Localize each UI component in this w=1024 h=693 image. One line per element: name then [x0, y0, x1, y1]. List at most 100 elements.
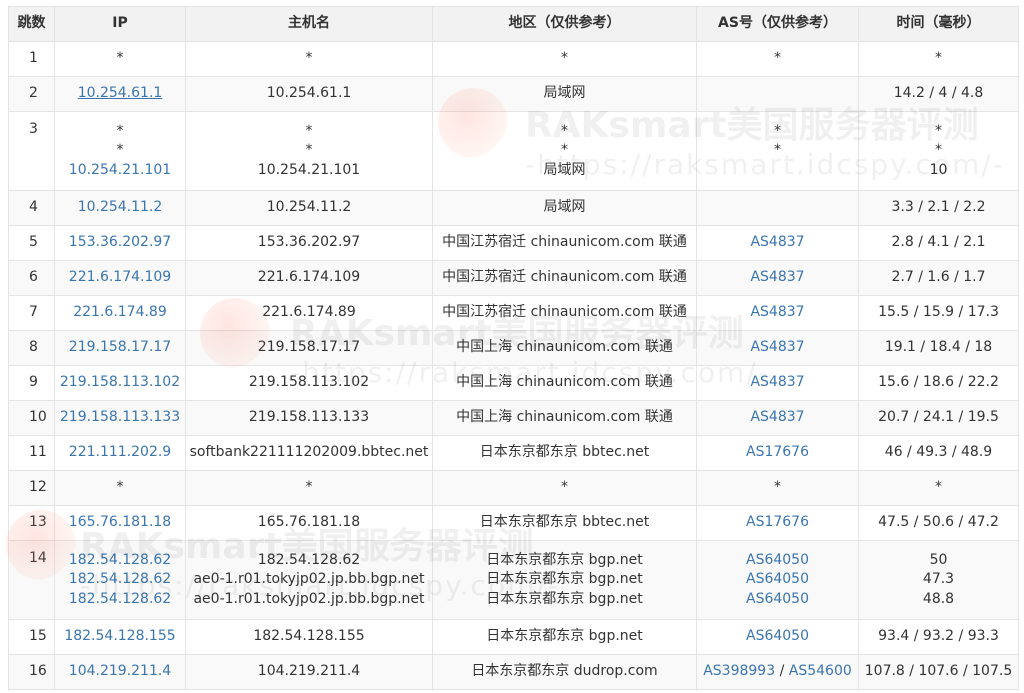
ip-link[interactable]: 221.111.202.9: [69, 444, 171, 460]
as-link[interactable]: AS4837: [750, 339, 804, 355]
region-cell: 局域网: [432, 190, 697, 226]
hop-cell: 15: [8, 619, 55, 655]
header-as: AS号（仅供参考）: [696, 6, 859, 42]
traceroute-table-container: 跳数 IP 主机名 地区（仅供参考） AS号（仅供参考） 时间（毫秒） 1 * * *…: [8, 6, 1019, 690]
host-line: *: [305, 50, 313, 67]
table-row: 15 182.54.128.155 182.54.128.155 日本东京都东京 bg…: [8, 619, 1019, 655]
ip-link[interactable]: 221.6.174.109: [69, 269, 171, 285]
ip-cell: 165.76.181.18: [54, 505, 186, 541]
ip-cell: *: [54, 470, 186, 506]
table-row: 5 153.36.202.97 153.36.202.97 中国江苏宿迁 chinau…: [8, 225, 1019, 261]
region-line: 中国上海 chinaunicom.com 联通: [456, 374, 673, 391]
as-line: *: [774, 50, 781, 67]
table-body: 1 * * * * * 2 10.254.61.1 10.254.61.1 局域网 14.2 / …: [8, 41, 1019, 690]
as-link[interactable]: AS54600: [789, 663, 852, 679]
region-cell: 日本东京都东京 bbtec.net: [432, 505, 697, 541]
hop-cell: 10: [8, 400, 55, 436]
as-link[interactable]: AS17676: [746, 514, 809, 530]
time-cell: *: [858, 41, 1019, 77]
as-link[interactable]: AS64050: [746, 591, 809, 607]
ip-cell: 10.254.11.2: [54, 190, 186, 226]
as-cell: AS17676: [696, 505, 859, 541]
region-line: *: [561, 122, 568, 139]
as-separator: /: [775, 663, 789, 680]
ip-link[interactable]: 182.54.128.62: [69, 571, 171, 587]
host-line: 219.158.17.17: [257, 339, 361, 356]
as-cell: * *: [696, 111, 859, 191]
ip-line: *: [116, 122, 124, 139]
time-line: 48.8: [922, 590, 955, 607]
host-cell: 10.254.61.1: [185, 76, 433, 112]
as-link[interactable]: AS17676: [746, 444, 809, 460]
ip-link[interactable]: 165.76.181.18: [69, 514, 171, 530]
time-line: 3.3 / 2.1 / 2.2: [891, 199, 986, 216]
time-cell: 47.5 / 50.6 / 47.2: [858, 505, 1019, 541]
time-line: *: [935, 122, 942, 139]
host-line: 182.54.128.155: [253, 628, 365, 645]
ip-link[interactable]: 219.158.113.133: [60, 409, 180, 425]
time-line: 2.7 / 1.6 / 1.7: [891, 269, 986, 286]
as-link[interactable]: AS64050: [746, 552, 809, 568]
host-cell: 219.158.113.102: [185, 365, 433, 401]
region-cell: * * 局域网: [432, 111, 697, 191]
as-link[interactable]: AS4837: [750, 269, 804, 285]
region-line: 日本东京都东京 bgp.net: [486, 571, 643, 588]
time-line: 14.2 / 4 / 4.8: [893, 85, 984, 102]
region-cell: *: [432, 470, 697, 506]
time-cell: 20.7 / 24.1 / 19.5: [858, 400, 1019, 436]
ip-link[interactable]: 182.54.128.155: [64, 628, 175, 644]
hop-cell: 7: [8, 295, 55, 331]
ip-link[interactable]: 104.219.211.4: [69, 663, 171, 679]
hop-cell: 12: [8, 470, 55, 506]
ip-cell: 221.111.202.9: [54, 435, 186, 471]
table-row: 14 182.54.128.62 182.54.128.62 182.54.128.6…: [8, 540, 1019, 620]
ip-cell: 182.54.128.155: [54, 619, 186, 655]
ip-link[interactable]: 182.54.128.62: [69, 552, 171, 568]
time-line: 47.3: [922, 571, 955, 588]
ip-link[interactable]: 219.158.113.102: [60, 374, 180, 390]
as-link[interactable]: AS4837: [750, 304, 804, 320]
ip-link[interactable]: 182.54.128.62: [69, 591, 171, 607]
as-cell: AS64050: [696, 619, 859, 655]
ip-line: 182.54.128.155: [56, 627, 185, 647]
ip-link[interactable]: 221.6.174.89: [73, 304, 167, 320]
as-cell: AS4837: [696, 365, 859, 401]
ip-line: 153.36.202.97: [56, 233, 185, 253]
time-line: 107.8 / 107.6 / 107.5: [864, 663, 1013, 680]
as-link[interactable]: AS398993: [703, 663, 775, 679]
host-cell: 221.6.174.109: [185, 260, 433, 296]
ip-link[interactable]: 219.158.17.17: [69, 339, 171, 355]
header-hop: 跳数: [8, 6, 55, 42]
ip-link[interactable]: 10.254.11.2: [78, 199, 163, 215]
as-link[interactable]: AS4837: [750, 409, 804, 425]
host-cell: 10.254.11.2: [185, 190, 433, 226]
host-line: 221.6.174.109: [257, 269, 361, 286]
host-line: 10.254.61.1: [266, 85, 352, 102]
region-line: 中国江苏宿迁 chinaunicom.com 联通: [442, 304, 687, 321]
ip-line: 165.76.181.18: [56, 513, 185, 533]
as-link[interactable]: AS4837: [750, 374, 804, 390]
host-line: 10.254.11.2: [266, 199, 352, 216]
ip-line: 182.54.128.62: [56, 570, 185, 590]
hop-cell: 6: [8, 260, 55, 296]
as-cell: AS17676: [696, 435, 859, 471]
ip-line: 104.219.211.4: [56, 662, 185, 682]
ip-line: 219.158.113.133: [56, 408, 185, 428]
as-link[interactable]: AS64050: [746, 628, 809, 644]
as-line: [698, 161, 858, 181]
as-line: AS64050: [698, 627, 858, 647]
as-link[interactable]: AS4837: [750, 234, 804, 250]
ip-line: 221.111.202.9: [56, 443, 185, 463]
as-link[interactable]: AS64050: [746, 571, 809, 587]
ip-link[interactable]: 153.36.202.97: [69, 234, 171, 250]
hop-cell: 4: [8, 190, 55, 226]
as-cell: *: [696, 41, 859, 77]
ip-link[interactable]: 10.254.21.101: [69, 162, 171, 178]
host-line: *: [305, 142, 313, 159]
host-cell: softbank221111202009.bbtec.net: [185, 435, 433, 471]
hop-cell: 13: [8, 505, 55, 541]
hop-cell: 8: [8, 330, 55, 366]
as-line: AS398993 / AS54600: [698, 662, 858, 682]
region-cell: 局域网: [432, 76, 697, 112]
ip-link[interactable]: 10.254.61.1: [78, 85, 163, 101]
